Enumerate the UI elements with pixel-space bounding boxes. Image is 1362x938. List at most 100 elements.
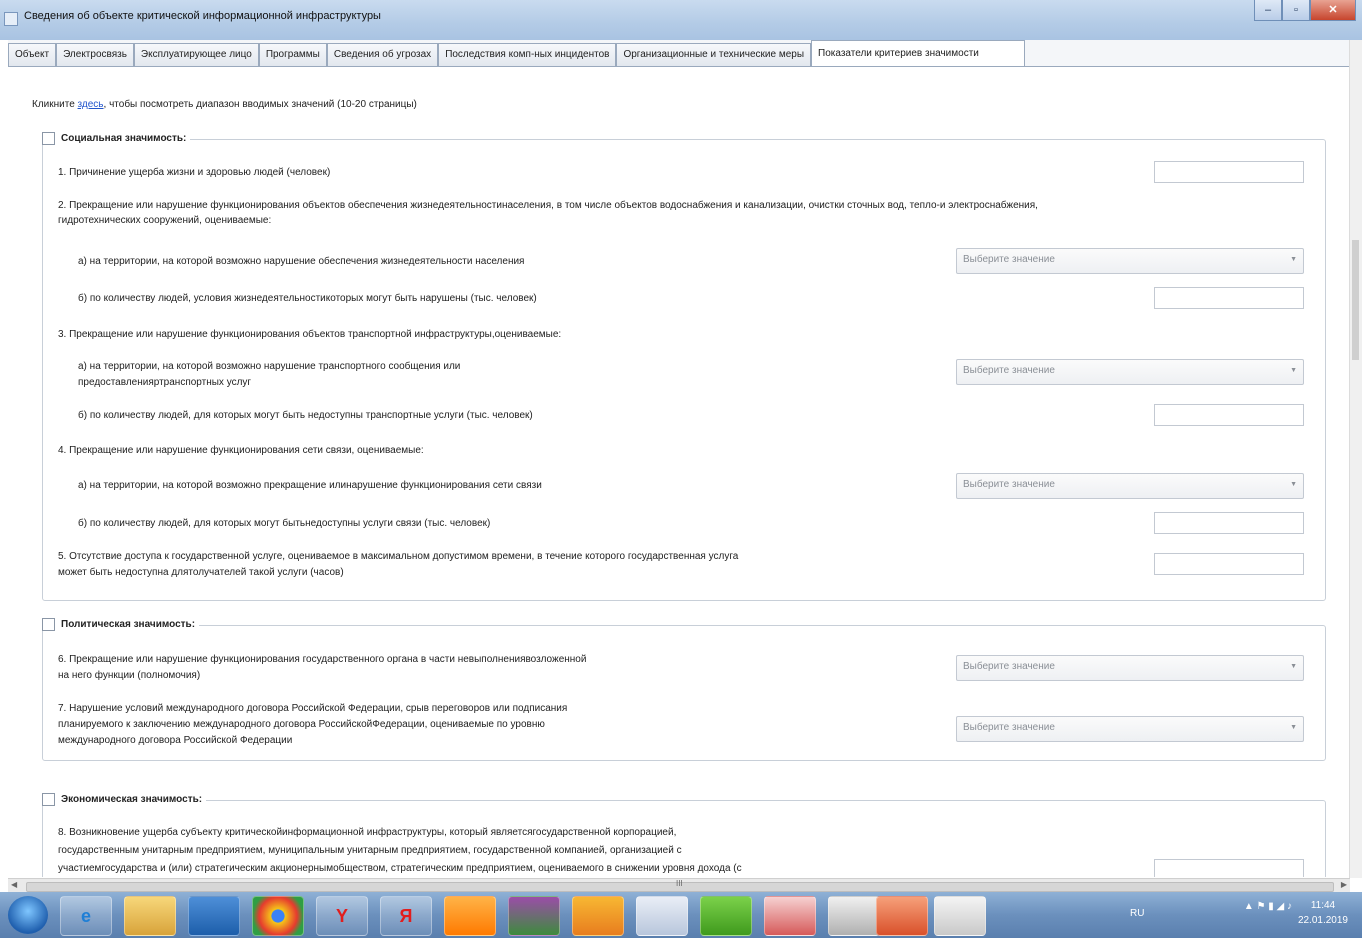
social-significance-header: Социальная значимость: [42,132,191,145]
clock[interactable]: 11:44 22.01.2019 [1298,898,1348,928]
question-2a: а) на территории, на которой возможно на… [78,256,525,267]
question-8-input[interactable] [1154,859,1304,877]
select-placeholder: Выберите значение [963,365,1055,376]
tab-object[interactable]: Объект [8,43,57,66]
taskbar-paint-icon[interactable] [764,896,816,936]
political-significance-header: Политическая значимость: [42,618,200,631]
question-1: 1. Причинение ущерба жизни и здоровью лю… [58,167,331,178]
tab-operator[interactable]: Эксплуатирующее лицо [133,43,259,66]
tab-incident-consequences[interactable]: Последствия комп-ных инцидентов [438,43,617,66]
chevron-down-icon: ▼ [1290,663,1297,670]
select-placeholder: Выберите значение [963,479,1055,490]
question-4b: б) по количеству людей, для которых могу… [78,518,491,529]
app-icon [4,12,18,26]
question-7-line3: международного договора Российской Федер… [58,735,293,746]
scroll-grip: III [676,879,683,888]
window-controls: – ▫ ✕ [1254,0,1356,22]
social-significance-title: Социальная значимость: [61,133,187,144]
vertical-scrollbar[interactable] [1349,40,1362,878]
question-7-select[interactable]: Выберите значение ▼ [956,716,1304,742]
close-button[interactable]: ✕ [1310,0,1356,21]
scroll-left-icon[interactable]: ◀ [11,880,17,889]
chevron-down-icon: ▼ [1290,481,1297,488]
social-significance-checkbox[interactable] [42,132,55,145]
chevron-down-icon: ▼ [1290,367,1297,374]
range-link[interactable]: здесь [78,99,104,110]
select-placeholder: Выберите значение [963,661,1055,672]
question-3b-input[interactable] [1154,404,1304,426]
title-bar: Сведения об объекте критической информац… [0,0,1362,40]
question-3b: б) по количеству людей, для которых могу… [78,410,533,421]
taskbar-utorrent-icon[interactable] [700,896,752,936]
taskbar-app-icon[interactable] [444,896,496,936]
tab-measures[interactable]: Организационные и технические меры [616,43,812,66]
question-2-line1: 2. Прекращение или нарушение функциониро… [58,200,1038,211]
select-placeholder: Выберите значение [963,254,1055,265]
taskbar: e Y Я ▲ ⚑ ▮ ◢ ♪ RU 11:44 22.01.2019 [0,892,1362,938]
economic-significance-title: Экономическая значимость: [61,794,203,805]
economic-significance-header: Экономическая значимость: [42,793,207,806]
question-8-line1: 8. Возникновение ущерба субъекту критиче… [58,827,677,838]
range-hint: Кликните здесь, чтобы посмотреть диапазо… [32,99,417,110]
tab-programs[interactable]: Программы [258,43,327,66]
political-significance-title: Политическая значимость: [61,619,196,630]
taskbar-pdf-icon[interactable] [572,896,624,936]
question-7-line1: 7. Нарушение условий международного дого… [58,703,568,714]
restore-button[interactable]: ▫ [1282,0,1310,21]
taskbar-outlook-icon[interactable] [188,896,240,936]
tab-bar: Объект Электросвязь Эксплуатирующее лицо… [8,40,1350,67]
hint-text-before: Кликните [32,99,78,110]
question-2b: б) по количеству людей, условия жизнедея… [78,293,537,304]
question-6-line2: на него функции (полномочия) [58,670,201,681]
question-1-input[interactable] [1154,161,1304,183]
chevron-down-icon: ▼ [1290,256,1297,263]
question-3a-line1: а) на территории, на которой возможно на… [78,361,461,372]
question-4: 4. Прекращение или нарушение функциониро… [58,445,424,456]
taskbar-chrome-icon[interactable] [252,896,304,936]
horizontal-scrollbar[interactable]: ◀ III ▶ [8,878,1350,893]
clock-date: 22.01.2019 [1297,915,1348,926]
taskbar-word-icon[interactable] [636,896,688,936]
question-8-line3: участиемгосударства и (или) стратегическ… [58,863,742,874]
question-5-line2: может быть недоступна длятолучателей так… [58,567,344,578]
system-tray-icons[interactable]: ▲ ⚑ ▮ ◢ ♪ [1244,901,1292,912]
taskbar-winrar-icon[interactable] [508,896,560,936]
question-2a-select[interactable]: Выберите значение ▼ [956,248,1304,274]
start-button[interactable] [8,896,48,934]
question-3: 3. Прекращение или нарушение функциониро… [58,329,562,340]
taskbar-folder-icon[interactable] [124,896,176,936]
language-indicator[interactable]: RU [1130,908,1144,919]
select-placeholder: Выберите значение [963,722,1055,733]
scroll-right-icon[interactable]: ▶ [1341,880,1347,889]
question-3a-line2: предоставленияртранспортных услуг [78,377,252,388]
taskbar-scanner-icon[interactable] [828,896,880,936]
chevron-down-icon: ▼ [1290,724,1297,731]
tab-content: Кликните здесь, чтобы посмотреть диапазо… [8,67,1350,877]
question-5-line1: 5. Отсутствие доступа к государственной … [58,551,739,562]
taskbar-document-icon[interactable] [934,896,986,936]
question-6-select[interactable]: Выберите значение ▼ [956,655,1304,681]
clock-time: 11:44 [1310,900,1336,911]
window-title: Сведения об объекте критической информац… [24,10,381,22]
question-8-line2: государственным унитарным предприятием, … [58,845,682,856]
question-4b-input[interactable] [1154,512,1304,534]
question-4a-select[interactable]: Выберите значение ▼ [956,473,1304,499]
tab-threats[interactable]: Сведения об угрозах [326,43,439,66]
tab-telecom[interactable]: Электросвязь [56,43,134,66]
taskbar-yandex-icon[interactable]: Я [380,896,432,936]
minimize-button[interactable]: – [1254,0,1282,21]
question-5-input[interactable] [1154,553,1304,575]
question-2-line2: гидротехнических сооружений, оцениваемые… [58,215,272,226]
economic-significance-checkbox[interactable] [42,793,55,806]
vertical-scroll-thumb[interactable] [1352,240,1359,360]
political-significance-checkbox[interactable] [42,618,55,631]
question-7-line2: планируемого к заключению международного… [58,719,545,730]
question-6-line1: 6. Прекращение или нарушение функциониро… [58,654,587,665]
taskbar-ie-icon[interactable]: e [60,896,112,936]
tab-significance-criteria[interactable]: Показатели критериев значимости [811,40,1026,66]
taskbar-yandex-browser-icon[interactable]: Y [316,896,368,936]
question-4a: а) на территории, на которой возможно пр… [78,480,542,491]
taskbar-presentation-icon[interactable] [876,896,928,936]
question-3a-select[interactable]: Выберите значение ▼ [956,359,1304,385]
question-2b-input[interactable] [1154,287,1304,309]
